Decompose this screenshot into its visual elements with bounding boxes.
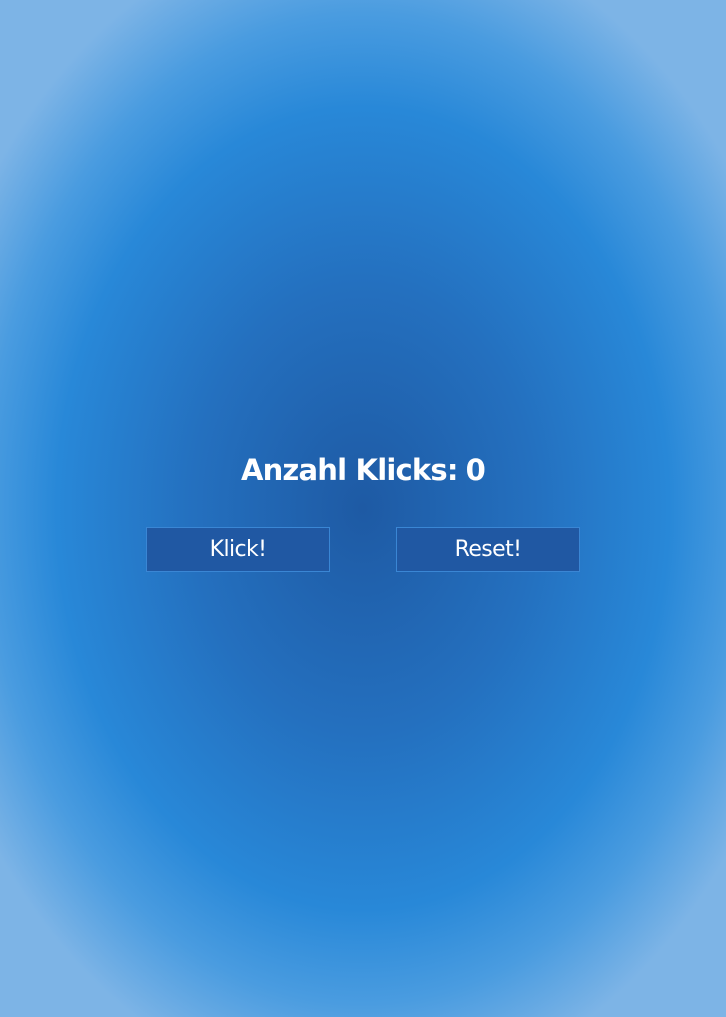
counter-label: Anzahl Klicks: xyxy=(240,453,459,487)
klick-button[interactable]: Klick! xyxy=(146,527,330,572)
reset-button[interactable]: Reset! xyxy=(396,527,580,572)
counter-value: 0 xyxy=(465,453,486,487)
click-counter: Anzahl Klicks: 0 xyxy=(0,448,726,492)
